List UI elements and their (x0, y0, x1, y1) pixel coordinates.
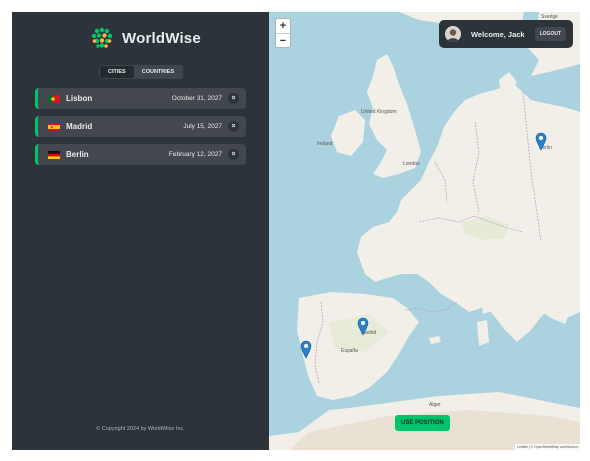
welcome-text: Welcome, Jack (470, 29, 525, 39)
delete-city-button[interactable]: × (228, 93, 239, 104)
map-marker-berlin[interactable] (535, 132, 547, 151)
map-label-london: London (403, 161, 420, 167)
city-name: Lisbon (66, 94, 93, 103)
tab-countries[interactable]: COUNTRIES (134, 66, 182, 78)
map-label-ireland: Ireland (317, 141, 333, 147)
zoom-in-button[interactable]: + (276, 19, 290, 33)
city-name: Berlin (66, 150, 89, 159)
map-label-espana: España (341, 348, 358, 354)
app-name: WorldWise (122, 29, 201, 47)
map-tiles[interactable]: Ireland United Kingdom London España Mad… (269, 12, 580, 450)
app-frame: WorldWise CITIES COUNTRIES Lisbon Octobe… (12, 12, 580, 450)
spain-flag-icon (48, 122, 60, 131)
city-item-madrid[interactable]: Madrid July 15, 2027 × (35, 116, 246, 137)
germany-flag-icon (48, 150, 60, 159)
user-panel: Welcome, Jack LOGOUT (438, 20, 573, 48)
map-marker-lisbon[interactable] (300, 340, 312, 359)
delete-city-button[interactable]: × (228, 149, 239, 160)
city-date: February 12, 2027 (168, 151, 222, 158)
city-item-berlin[interactable]: Berlin February 12, 2027 × (35, 144, 246, 165)
avatar (444, 26, 461, 42)
map-attribution[interactable]: Leaflet | © OpenStreetMap contributors (515, 444, 580, 450)
logout-button[interactable]: LOGOUT (534, 27, 566, 41)
zoom-control: + − (275, 18, 291, 48)
city-item-lisbon[interactable]: Lisbon October 31, 2027 × (35, 88, 246, 109)
map[interactable]: Ireland United Kingdom London España Mad… (269, 12, 580, 450)
logo[interactable]: WorldWise (89, 25, 201, 51)
city-date: October 31, 2027 (171, 95, 222, 102)
use-position-button[interactable]: USE POSITION (395, 415, 450, 431)
map-label-united-kingdom: United Kingdom (361, 109, 397, 115)
delete-city-button[interactable]: × (228, 121, 239, 132)
tab-cities[interactable]: CITIES (100, 66, 134, 78)
city-list: Lisbon October 31, 2027 × Madrid July 15… (35, 88, 246, 172)
sidebar: WorldWise CITIES COUNTRIES Lisbon Octobe… (12, 12, 269, 450)
map-label-alger: Alger (429, 402, 441, 408)
copyright: © Copyright 2024 by WorldWise Inc. (96, 426, 185, 432)
zoom-out-button[interactable]: − (276, 33, 290, 47)
map-marker-madrid[interactable] (357, 317, 369, 336)
city-name: Madrid (66, 122, 93, 131)
city-date: July 15, 2027 (183, 123, 222, 130)
portugal-flag-icon (48, 94, 60, 103)
city-country-tabs: CITIES COUNTRIES (99, 65, 184, 79)
globe-logo-icon (90, 26, 114, 50)
